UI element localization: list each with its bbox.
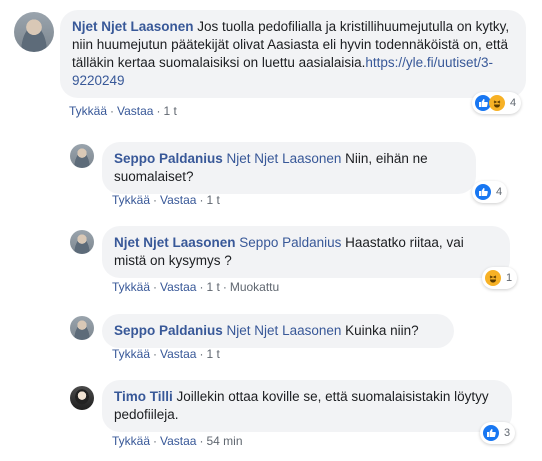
reaction-count: 3 xyxy=(504,427,511,439)
separator: · xyxy=(199,280,204,294)
reply-link[interactable]: Vastaa xyxy=(160,347,196,361)
comment-mention[interactable]: Seppo Paldanius xyxy=(239,235,341,250)
reply-link[interactable]: Vastaa xyxy=(117,104,153,118)
comment-actions: Tykkää · Vastaa · 54 min xyxy=(112,434,243,448)
comment-actions: Tykkää · Vastaa · 1 t xyxy=(112,193,220,207)
separator: · xyxy=(153,280,158,294)
separator: · xyxy=(153,347,158,361)
reaction-summary[interactable]: 1 xyxy=(482,267,518,289)
like-link[interactable]: Tykkää xyxy=(112,347,150,361)
like-reaction-icon xyxy=(483,425,499,441)
comment-actions: Tykkää · Vastaa · 1 t xyxy=(69,104,177,118)
avatar-njet-njet-laasonen[interactable] xyxy=(70,230,94,254)
reaction-count: 1 xyxy=(506,272,513,284)
comment-author[interactable]: Seppo Paldanius xyxy=(114,323,223,338)
avatar-seppo-paldanius[interactable] xyxy=(70,316,94,340)
comment-author[interactable]: Seppo Paldanius xyxy=(114,151,223,166)
reaction-summary[interactable]: 3 xyxy=(480,422,516,444)
comment-text: Kuinka niin? xyxy=(341,323,419,338)
separator: · xyxy=(199,193,204,207)
like-link[interactable]: Tykkää xyxy=(112,280,150,294)
reaction-summary[interactable]: 4 xyxy=(472,92,522,114)
comment-bubble: Seppo Paldanius Njet Njet Laasonen Niin,… xyxy=(102,142,476,194)
separator: · xyxy=(199,347,204,361)
comment-time[interactable]: 1 t xyxy=(163,104,176,118)
comment-author[interactable]: Njet Njet Laasonen xyxy=(114,235,236,250)
separator: · xyxy=(222,280,227,294)
like-link[interactable]: Tykkää xyxy=(112,193,150,207)
like-link[interactable]: Tykkää xyxy=(69,104,107,118)
reaction-summary[interactable]: 4 xyxy=(472,181,508,203)
comment-actions: Tykkää · Vastaa · 1 t xyxy=(112,347,220,361)
separator: · xyxy=(199,434,204,448)
comment-mention[interactable]: Njet Njet Laasonen xyxy=(227,323,342,338)
avatar-timo-tilli[interactable] xyxy=(70,386,94,410)
haha-reaction-icon xyxy=(489,95,505,111)
comment-bubble: Njet Njet Laasonen Jos tuolla pedofilial… xyxy=(60,10,526,98)
comment-bubble: Njet Njet Laasonen Seppo Paldanius Haast… xyxy=(102,226,510,278)
reply-link[interactable]: Vastaa xyxy=(160,280,196,294)
reaction-count: 4 xyxy=(510,97,517,109)
avatar-seppo-paldanius[interactable] xyxy=(70,144,94,168)
comment-bubble: Seppo Paldanius Njet Njet Laasonen Kuink… xyxy=(102,314,454,348)
comment-author[interactable]: Njet Njet Laasonen xyxy=(72,19,194,34)
comment-time[interactable]: 54 min xyxy=(206,434,242,448)
reply-link[interactable]: Vastaa xyxy=(160,434,196,448)
reply-link[interactable]: Vastaa xyxy=(160,193,196,207)
separator: · xyxy=(153,193,158,207)
separator: · xyxy=(153,434,158,448)
reaction-count: 4 xyxy=(496,186,503,198)
haha-reaction-icon xyxy=(485,270,501,286)
comment-time[interactable]: 1 t xyxy=(206,347,219,361)
comment-time[interactable]: 1 t xyxy=(206,193,219,207)
edited-label[interactable]: Muokattu xyxy=(230,280,279,294)
comment-actions: Tykkää · Vastaa · 1 t · Muokattu xyxy=(112,280,279,294)
like-link[interactable]: Tykkää xyxy=(112,434,150,448)
avatar-njet-njet-laasonen[interactable] xyxy=(14,12,54,52)
comment-time[interactable]: 1 t xyxy=(206,280,219,294)
separator: · xyxy=(156,104,161,118)
comment-author[interactable]: Timo Tilli xyxy=(114,389,173,404)
separator: · xyxy=(110,104,115,118)
comment-bubble: Timo Tilli Joillekin ottaa koville se, e… xyxy=(102,380,512,432)
like-reaction-icon xyxy=(475,184,491,200)
comment-mention[interactable]: Njet Njet Laasonen xyxy=(227,151,342,166)
